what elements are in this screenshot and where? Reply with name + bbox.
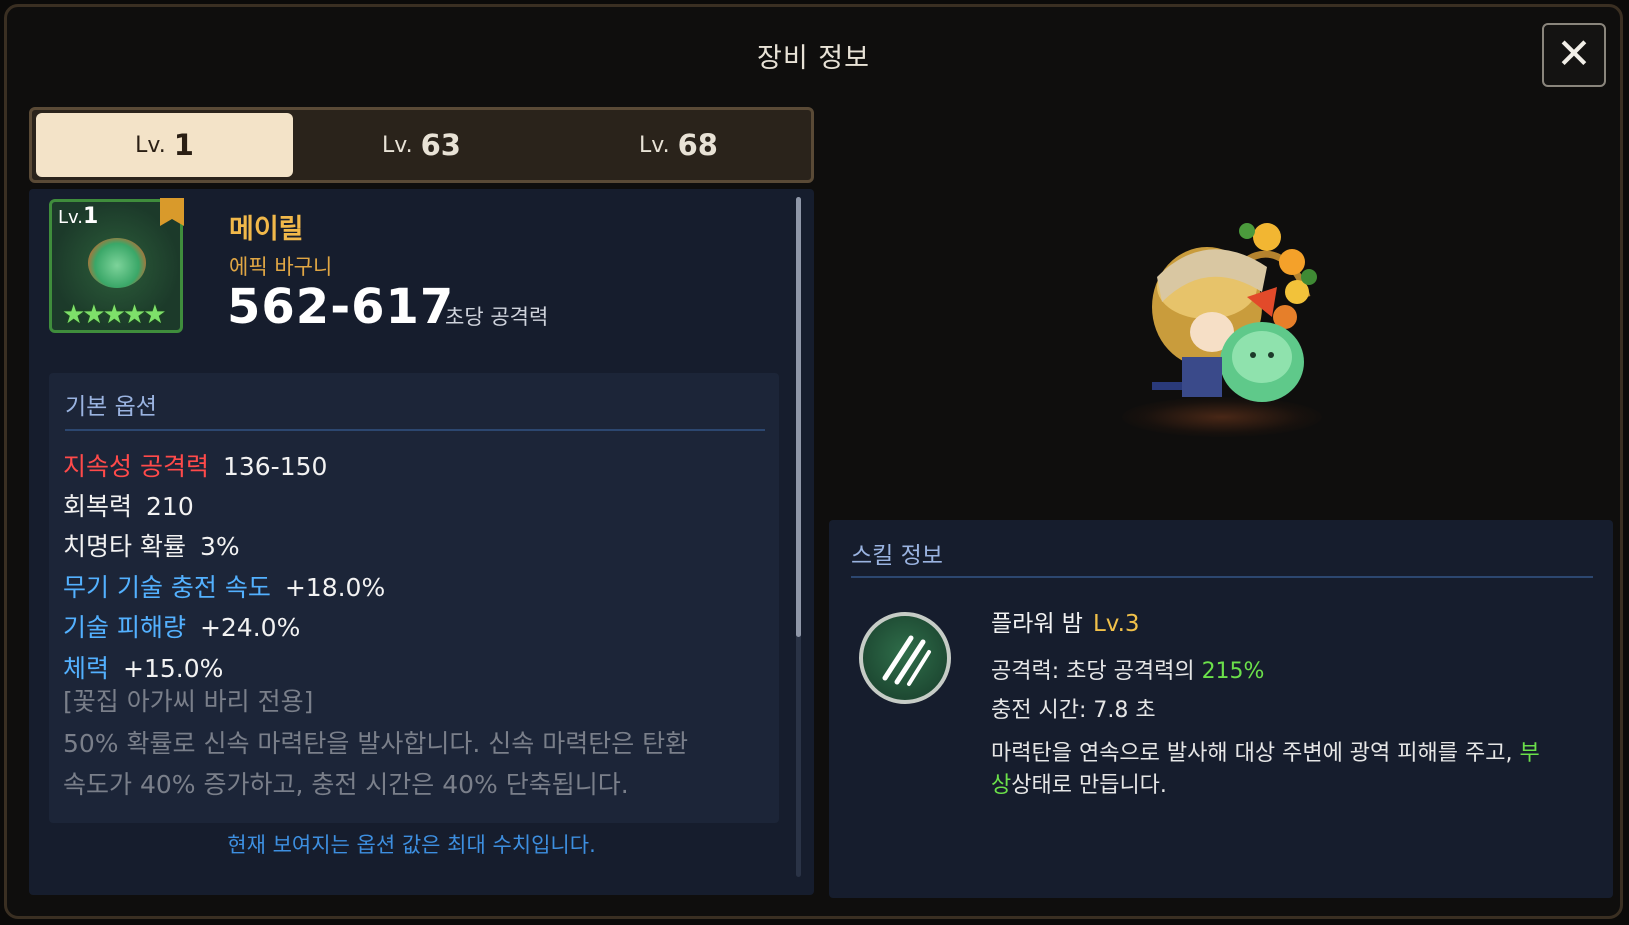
- option-value: 136-150: [222, 452, 328, 481]
- option-key: 치명타 확률: [63, 532, 186, 561]
- option-row: 무기 기술 충전 속도 +18.0%: [63, 568, 385, 604]
- item-icon-level-number: 1: [83, 204, 99, 229]
- tab-number: 68: [677, 128, 718, 162]
- skill-attack-line: 공격력: 초당 공격력의 215%: [991, 653, 1264, 685]
- option-row: 체력 +15.0%: [63, 649, 223, 685]
- option-row: 지속성 공격력 136-150: [63, 447, 327, 483]
- tab-number: 1: [173, 128, 194, 162]
- bookmark-icon: [160, 198, 184, 226]
- tab-lv-68[interactable]: Lv. 68: [550, 113, 807, 177]
- options-divider: [65, 429, 765, 431]
- window-title: 장비 정보: [757, 42, 870, 74]
- close-icon: ✕: [1556, 29, 1592, 78]
- skill-name: 플라워 밤: [991, 611, 1083, 637]
- option-value: +18.0%: [284, 573, 386, 602]
- basic-options-box: 기본 옵션 지속성 공격력 136-150 회복력 210 치명타 확률 3% 무기 …: [49, 373, 779, 823]
- option-value: 3%: [199, 532, 240, 561]
- character-preview: [827, 107, 1607, 507]
- option-row: 회복력 210: [63, 487, 194, 523]
- close-button[interactable]: ✕: [1542, 23, 1606, 87]
- character-sprite: [1152, 223, 1317, 402]
- level-tabs: Lv. 1 Lv. 63 Lv. 68: [29, 107, 814, 183]
- option-key: 회복력: [63, 492, 133, 521]
- tab-prefix: Lv.: [382, 132, 413, 158]
- skill-attack-value: 215%: [1201, 659, 1265, 684]
- item-attack-value: 562-617: [227, 279, 455, 335]
- option-key: 무기 기술 충전 속도: [63, 573, 271, 602]
- option-key: 기술 피해량: [63, 613, 186, 642]
- exclusive-option-label: [꽃집 아가씨 바리 전용]: [63, 687, 314, 716]
- skill-info-panel: 스킬 정보 플라워 밤 Lv.3 공격력: 초당 공격력의 215% 충전 시간:…: [829, 520, 1613, 898]
- skill-name-line: 플라워 밤 Lv.3: [991, 604, 1140, 638]
- skill-desc-highlight-1: 부: [1519, 741, 1540, 766]
- item-rarity: 에픽 바구니: [229, 255, 333, 279]
- rarity-stars: ★★★★★: [62, 300, 167, 330]
- scrollbar-thumb[interactable]: [796, 197, 801, 637]
- option-row: 기술 피해량 +24.0%: [63, 608, 300, 644]
- skill-desc-main: 마력탄을 연속으로 발사해 대상 주변에 광역 피해를 주고,: [991, 741, 1520, 766]
- option-key: 체력: [63, 654, 110, 683]
- skill-desc-highlight-2: 상: [991, 773, 1012, 798]
- option-key: 지속성 공격력: [63, 452, 209, 481]
- item-icon-level: Lv.1: [58, 204, 98, 229]
- exclusive-option-desc-1: 50% 확률로 신속 마력탄을 발사합니다. 신속 마력탄은 탄환: [63, 729, 689, 758]
- tab-prefix: Lv.: [639, 132, 670, 158]
- skill-description: 마력탄을 연속으로 발사해 대상 주변에 광역 피해를 주고, 부상상태로 만듭…: [991, 738, 1581, 802]
- skill-attack-prefix: 공격력: 초당 공격력의: [991, 659, 1195, 684]
- basket-icon: [88, 238, 146, 288]
- option-row: 치명타 확률 3%: [63, 527, 240, 563]
- tab-lv-1[interactable]: Lv. 1: [36, 113, 293, 177]
- item-icon: Lv.1 ★★★★★: [49, 198, 184, 333]
- tab-lv-63[interactable]: Lv. 63: [293, 113, 550, 177]
- skill-divider: [851, 576, 1593, 578]
- exclusive-option-desc-2: 속도가 40% 증가하고, 충전 시간은 40% 단축됩니다.: [63, 770, 629, 799]
- skill-desc-end: 상태로 만듭니다.: [1011, 773, 1167, 798]
- item-attack-label: 초당 공격력: [445, 305, 549, 329]
- equipment-info-window: 장비 정보 ✕ Lv. 1 Lv. 63 Lv. 68 Lv.1 ★★★★★ 메…: [4, 4, 1623, 919]
- option-value: +24.0%: [199, 613, 301, 642]
- skill-charge-time: 충전 시간: 7.8 초: [991, 698, 1156, 723]
- tab-number: 63: [420, 128, 461, 162]
- item-details-panel: Lv.1 ★★★★★ 메이릴 에픽 바구니 562-617 초당 공격력 기본 …: [29, 189, 814, 895]
- item-name: 메이릴: [229, 214, 304, 245]
- option-value: +15.0%: [123, 654, 224, 683]
- options-section-title: 기본 옵션: [65, 394, 157, 420]
- option-value: 210: [146, 492, 194, 521]
- skill-level: Lv.3: [1092, 611, 1140, 637]
- item-icon-level-prefix: Lv.: [58, 207, 84, 228]
- title-bar: 장비 정보: [7, 7, 1620, 103]
- claw-slash-icon: [859, 612, 951, 704]
- tab-prefix: Lv.: [135, 132, 166, 158]
- skill-section-title: 스킬 정보: [851, 543, 943, 569]
- max-value-footnote: 현재 보여지는 옵션 값은 최대 수치입니다.: [227, 833, 596, 857]
